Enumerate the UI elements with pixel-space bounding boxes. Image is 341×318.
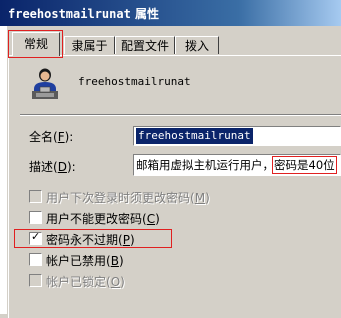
option-account-disabled-label: 帐户已禁用(B) — [46, 254, 124, 268]
tab-member-of-label: 隶属于 — [71, 39, 108, 53]
option-cannot-change-password-text: 用户不能更改密码 — [46, 212, 143, 226]
tab-member-of[interactable]: 隶属于 — [64, 36, 115, 54]
separator — [20, 114, 341, 116]
description-hotkey: D — [57, 160, 67, 174]
option-must-change-password-checkbox[interactable] — [29, 190, 42, 203]
option-password-never-expires-label: 密码永不过期(P) — [46, 233, 135, 247]
option-account-locked-checkbox[interactable] — [29, 274, 42, 287]
tab-dial-in[interactable]: 拨入 — [175, 36, 219, 54]
tab-highlight-annotation — [8, 30, 63, 58]
description-label-text: 描述 — [29, 160, 54, 174]
window-title-name: freehostmailrunat — [8, 7, 131, 21]
window-titlebar[interactable]: freehostmailrunat 属性 — [0, 0, 341, 26]
option-password-never-expires-hotkey: P — [122, 233, 130, 247]
option-account-locked-hotkey: O — [110, 275, 121, 289]
description-highlight-annotation: 密码是40位 — [272, 156, 337, 174]
option-must-change-password-hotkey: M — [194, 191, 206, 205]
fullname-label-text: 全名 — [29, 130, 54, 144]
tab-strip: 常规 隶属于 配置文件 拨入 — [8, 30, 341, 58]
option-password-never-expires-text: 密码永不过期 — [46, 233, 119, 247]
account-username: freehostmailrunat — [78, 75, 191, 88]
tab-profile-label: 配置文件 — [120, 39, 169, 53]
option-cannot-change-password-label: 用户不能更改密码(C) — [46, 212, 160, 226]
option-cannot-change-password-checkbox[interactable] — [29, 211, 42, 224]
user-account-icon — [32, 68, 58, 99]
option-account-locked-label: 帐户已锁定(O) — [46, 275, 125, 289]
fullname-value: freehostmailrunat — [136, 128, 253, 144]
description-label: 描述(D): — [29, 160, 76, 174]
option-cannot-change-password-hotkey: C — [146, 212, 156, 226]
option-password-never-expires-checkbox[interactable]: ✓ — [29, 230, 42, 245]
background-window-edge — [0, 26, 7, 314]
option-account-disabled-hotkey: B — [110, 254, 119, 268]
fullname-hotkey: F — [57, 130, 65, 144]
description-value: 邮箱用虚拟主机运行用户，密码是40位 — [136, 156, 337, 174]
checkmark-icon: ✓ — [31, 230, 41, 243]
description-input[interactable]: 邮箱用虚拟主机运行用户，密码是40位 — [133, 154, 341, 176]
fullname-label: 全名(F): — [29, 130, 74, 144]
tab-profile[interactable]: 配置文件 — [115, 36, 175, 54]
option-must-change-password-text: 用户下次登录时须更改密码 — [46, 191, 191, 205]
fullname-input[interactable]: freehostmailrunat — [133, 126, 341, 146]
option-must-change-password-label: 用户下次登录时须更改密码(M) — [46, 191, 210, 205]
description-value-part1: 邮箱用虚拟主机运行用户， — [136, 158, 274, 172]
tab-general[interactable]: 常规 — [8, 30, 63, 58]
window-title-suffix: 属性 — [135, 7, 160, 21]
option-account-disabled-text: 帐户已禁用 — [46, 254, 107, 268]
option-account-locked-text: 帐户已锁定 — [46, 275, 107, 289]
window-title: freehostmailrunat 属性 — [8, 5, 159, 22]
option-account-disabled-checkbox[interactable] — [29, 253, 42, 266]
tab-dial-in-label: 拨入 — [184, 39, 209, 53]
